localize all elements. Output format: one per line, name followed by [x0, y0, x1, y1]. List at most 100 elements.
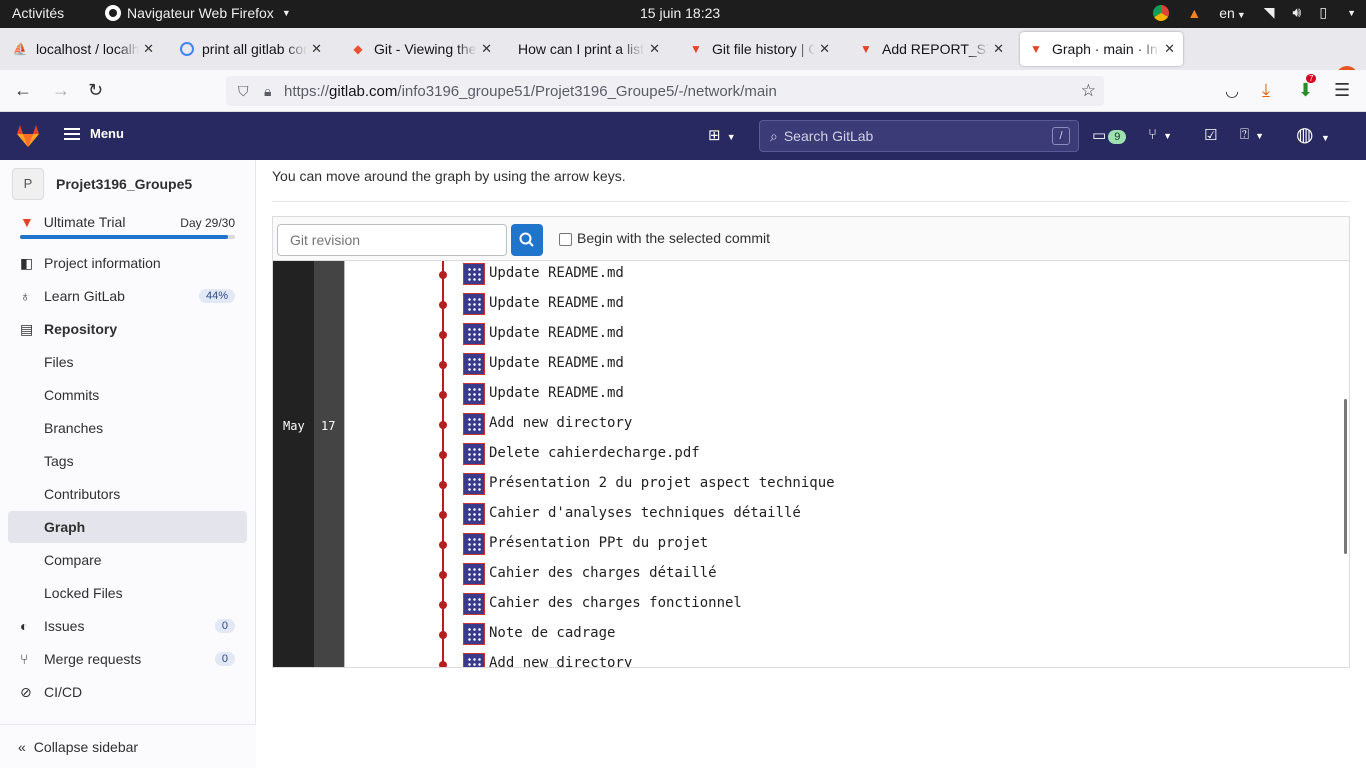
collapse-sidebar-button[interactable]: « Collapse sidebar: [0, 724, 256, 768]
commit-dot[interactable]: [439, 631, 447, 639]
user-avatar-icon[interactable]: ◍ ▼: [1296, 122, 1330, 147]
sidebar-item-tags[interactable]: Tags: [8, 445, 247, 477]
sidebar-item-graph[interactable]: Graph: [8, 511, 247, 543]
commit-row[interactable]: Cahier des charges détaillé: [439, 562, 1339, 586]
commit-row[interactable]: Cahier d'analyses techniques détaillé: [439, 502, 1339, 526]
commit-row[interactable]: Update README.md: [439, 262, 1339, 286]
commit-message[interactable]: Add new directory: [489, 655, 632, 667]
todos-icon[interactable]: ☑: [1204, 126, 1217, 144]
commit-message[interactable]: Présentation 2 du projet aspect techniqu…: [489, 475, 835, 491]
commit-message[interactable]: Cahier des charges détaillé: [489, 565, 717, 581]
tab-graph-active[interactable]: ▼ Graph · main · Info3196 ✕: [1020, 32, 1183, 66]
sidebar-item-locked-files[interactable]: Locked Files: [8, 577, 247, 609]
vlc-icon[interactable]: ▲: [1187, 5, 1201, 21]
begin-with-selected-checkbox[interactable]: [559, 233, 572, 246]
issues-icon[interactable]: ▭ 9: [1092, 126, 1127, 144]
close-icon[interactable]: ✕: [1164, 41, 1175, 57]
activities-button[interactable]: Activités: [12, 5, 64, 21]
commit-message[interactable]: Update README.md: [489, 355, 624, 371]
commit-row[interactable]: Update README.md: [439, 382, 1339, 406]
tab-git-docs[interactable]: ◆ Git - Viewing the ✕: [342, 32, 500, 66]
shield-icon[interactable]: ⛉: [238, 83, 254, 100]
close-icon[interactable]: ✕: [993, 41, 1004, 57]
commit-dot[interactable]: [439, 301, 447, 309]
commit-message[interactable]: Add new directory: [489, 415, 632, 431]
commit-message[interactable]: Delete cahierdecharge.pdf: [489, 445, 700, 461]
commit-row[interactable]: Présentation PPt du projet: [439, 532, 1339, 556]
create-new-icon[interactable]: ⊞ ▼: [708, 126, 736, 144]
close-icon[interactable]: ✕: [819, 41, 830, 57]
commit-row[interactable]: Add new directory: [439, 652, 1339, 667]
tab-stackoverflow[interactable]: How can I print a list ✕: [510, 32, 668, 66]
commit-dot[interactable]: [439, 601, 447, 609]
commit-message[interactable]: Cahier d'analyses techniques détaillé: [489, 505, 801, 521]
pocket-icon[interactable]: ◡: [1225, 81, 1239, 101]
commit-dot[interactable]: [439, 511, 447, 519]
commit-dot[interactable]: [439, 391, 447, 399]
sidebar-item-ci-cd[interactable]: ⊘ CI/CD: [8, 676, 247, 708]
wifi-icon[interactable]: ◥: [1264, 4, 1275, 21]
search-input[interactable]: ⌕ Search GitLab /: [759, 120, 1079, 152]
commit-message[interactable]: Présentation PPt du projet: [489, 535, 708, 551]
commit-row[interactable]: Update README.md: [439, 352, 1339, 376]
tab-git-file-history[interactable]: ▼ Git file history | GitLab ✕: [680, 32, 838, 66]
commit-dot[interactable]: [439, 421, 447, 429]
chevron-down-icon[interactable]: ▼: [1347, 8, 1356, 18]
reload-icon[interactable]: ↻: [88, 80, 103, 101]
help-icon[interactable]: ⍰ ▼: [1240, 126, 1264, 143]
commit-dot[interactable]: [439, 541, 447, 549]
url-text[interactable]: https://gitlab.com/info3196_groupe51/Pro…: [284, 83, 777, 100]
search-button[interactable]: [511, 224, 543, 256]
commit-row[interactable]: Add new directory: [439, 412, 1339, 436]
sidebar-item-compare[interactable]: Compare: [8, 544, 247, 576]
commit-message[interactable]: Cahier des charges fonctionnel: [489, 595, 742, 611]
sidebar-item-learn-gitlab[interactable]: ♁ Learn GitLab 44%: [8, 280, 247, 312]
commit-dot[interactable]: [439, 481, 447, 489]
sidebar-item-project-information[interactable]: ◧ Project information: [8, 247, 247, 279]
sidebar-item-files[interactable]: Files: [8, 346, 247, 378]
gitlab-logo-icon[interactable]: [14, 122, 42, 150]
commit-message[interactable]: Update README.md: [489, 325, 624, 341]
commit-message[interactable]: Update README.md: [489, 385, 624, 401]
forward-icon[interactable]: →: [52, 80, 70, 101]
language-selector[interactable]: en ▼: [1219, 5, 1246, 21]
tab-add-report-status[interactable]: ▼ Add REPORT_STATUS ✕: [850, 32, 1012, 66]
sidebar-item-merge-requests[interactable]: ⑂ Merge requests 0: [8, 643, 247, 675]
tab-localhost[interactable]: ⛵ localhost / localhost ✕: [4, 32, 162, 66]
merge-requests-icon[interactable]: ⑂ ▼: [1148, 126, 1172, 143]
close-icon[interactable]: ✕: [311, 41, 322, 57]
commit-message[interactable]: Update README.md: [489, 265, 624, 281]
tab-google-search[interactable]: print all gitlab commits ✕: [172, 32, 330, 66]
commit-dot[interactable]: [439, 271, 447, 279]
graph-canvas[interactable]: May 17 Update README.md Update README.md U…: [273, 261, 1349, 667]
chrome-icon[interactable]: [1153, 4, 1170, 21]
commit-dot[interactable]: [439, 361, 447, 369]
hamburger-menu-icon[interactable]: ☰: [1334, 80, 1350, 101]
downloads-icon[interactable]: ⤓: [1262, 80, 1270, 101]
commit-dot[interactable]: [439, 661, 447, 667]
volume-icon[interactable]: 🔊︎: [1293, 4, 1302, 21]
commit-dot[interactable]: [439, 331, 447, 339]
clock[interactable]: 15 juin 18:23: [640, 5, 720, 21]
commit-dot[interactable]: [439, 451, 447, 459]
lock-icon[interactable]: 🔒︎: [264, 83, 271, 100]
close-icon[interactable]: ✕: [143, 41, 154, 57]
sidebar-item-commits[interactable]: Commits: [8, 379, 247, 411]
commit-message[interactable]: Note de cadrage: [489, 625, 615, 641]
scrollbar[interactable]: [1344, 399, 1347, 554]
commit-row[interactable]: Cahier des charges fonctionnel: [439, 592, 1339, 616]
sidebar-item-issues[interactable]: ◐ Issues 0: [8, 610, 247, 642]
extension-icon[interactable]: ⬇ 7: [1298, 74, 1317, 101]
menu-button[interactable]: Menu: [64, 126, 124, 141]
commit-dot[interactable]: [439, 571, 447, 579]
commit-row[interactable]: Update README.md: [439, 322, 1339, 346]
git-revision-input[interactable]: [277, 224, 507, 256]
trial-status[interactable]: ▼ Ultimate Trial Day 29/30: [20, 214, 235, 239]
sidebar-item-contributors[interactable]: Contributors: [8, 478, 247, 510]
project-header[interactable]: P Projet3196_Groupe5: [12, 168, 192, 200]
commit-message[interactable]: Update README.md: [489, 295, 624, 311]
sidebar-item-repository[interactable]: ▤ Repository: [8, 313, 247, 345]
commit-row[interactable]: Présentation 2 du projet aspect techniqu…: [439, 472, 1339, 496]
begin-with-selected-label[interactable]: Begin with the selected commit: [577, 230, 770, 246]
battery-icon[interactable]: ▯: [1319, 4, 1327, 21]
